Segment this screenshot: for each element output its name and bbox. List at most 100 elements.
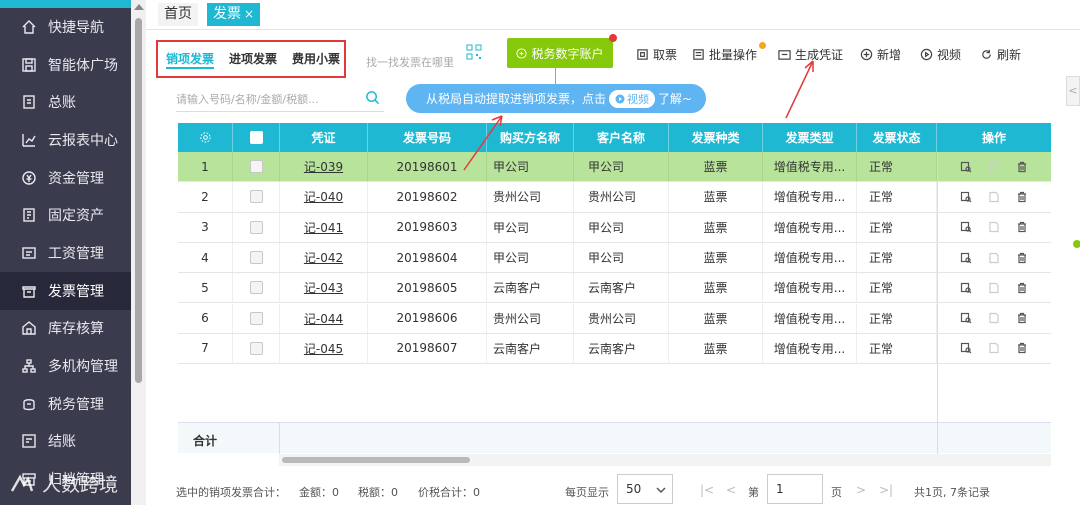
- subtab-expense[interactable]: 费用小票: [292, 49, 340, 69]
- sidebar-scroll-thumb[interactable]: [135, 18, 142, 383]
- sidebar-item-0[interactable]: 快捷导航: [0, 8, 131, 46]
- voucher-link[interactable]: 记-039: [280, 152, 368, 182]
- trash-icon[interactable]: [1016, 252, 1028, 264]
- select-all-cell[interactable]: [233, 123, 280, 152]
- first-page-icon[interactable]: |<: [700, 483, 714, 497]
- view-icon[interactable]: [960, 312, 972, 324]
- header-kind[interactable]: 发票种类: [669, 123, 763, 152]
- chart-icon: [20, 131, 38, 149]
- sidebar-item-1[interactable]: 智能体广场: [0, 46, 131, 84]
- table-row[interactable]: 1 记-039 20198601 甲公司 甲公司 蓝票 增值税专用... 正常: [178, 152, 1051, 183]
- trash-icon[interactable]: [1016, 221, 1028, 233]
- row-checkbox[interactable]: [249, 341, 263, 355]
- header-client[interactable]: 客户名称: [574, 123, 669, 152]
- row-select-cell[interactable]: [233, 182, 280, 212]
- header-type[interactable]: 发票类型: [763, 123, 857, 152]
- table-row[interactable]: 3 记-041 20198603 甲公司 甲公司 蓝票 增值税专用... 正常: [178, 212, 1051, 243]
- find-invoice-hint[interactable]: 找一找发票在哪里: [366, 54, 454, 70]
- row-checkbox[interactable]: [249, 160, 263, 174]
- sidebar-item-3[interactable]: 云报表中心: [0, 121, 131, 159]
- search-box[interactable]: 请输入号码/名称/金额/税额...: [176, 86, 384, 112]
- view-icon[interactable]: [960, 221, 972, 233]
- table-row[interactable]: 2 记-040 20198602 贵州公司 贵州公司 蓝票 增值税专用... 正常: [178, 182, 1051, 213]
- horizontal-scroll-thumb[interactable]: [282, 457, 470, 463]
- voucher-link[interactable]: 记-044: [280, 303, 368, 333]
- row-select-cell[interactable]: [233, 273, 280, 303]
- settings-header-cell[interactable]: [178, 123, 233, 152]
- tab-invoice[interactable]: 发票 ×: [207, 3, 261, 26]
- table-row[interactable]: 7 记-045 20198607 云南客户 云南客户 蓝票 增值税专用... 正常: [178, 333, 1051, 365]
- subtab-purchase[interactable]: 进项发票: [229, 49, 277, 69]
- view-icon[interactable]: [960, 252, 972, 264]
- row-select-cell[interactable]: [233, 333, 280, 364]
- sidebar-item-11[interactable]: 结账: [0, 423, 131, 461]
- last-page-icon[interactable]: >|: [879, 483, 893, 497]
- sidebar-item-8[interactable]: 库存核算: [0, 310, 131, 348]
- refresh-label: 刷新: [997, 47, 1022, 62]
- row-select-cell[interactable]: [233, 303, 280, 333]
- gear-icon[interactable]: [199, 131, 212, 144]
- per-page-select[interactable]: 50: [617, 474, 673, 504]
- sidebar-item-6[interactable]: 工资管理: [0, 234, 131, 272]
- prev-page-icon[interactable]: <: [726, 483, 736, 497]
- sidebar-item-5[interactable]: 固定资产: [0, 196, 131, 234]
- row-checkbox[interactable]: [249, 281, 263, 295]
- view-icon[interactable]: [960, 191, 972, 203]
- row-checkbox[interactable]: [249, 220, 263, 234]
- header-status[interactable]: 发票状态: [857, 123, 937, 152]
- ledger-icon: [20, 93, 38, 111]
- home-icon: [20, 18, 38, 36]
- scroll-up-icon[interactable]: [134, 4, 144, 10]
- play-icon: [615, 94, 625, 103]
- table-row[interactable]: 4 记-042 20198604 甲公司 甲公司 蓝票 增值税专用... 正常: [178, 242, 1051, 274]
- sidebar-scrollbar[interactable]: [131, 0, 146, 505]
- search-icon[interactable]: [365, 90, 380, 105]
- trash-icon[interactable]: [1016, 282, 1028, 294]
- sidebar-item-2[interactable]: 总账: [0, 83, 131, 121]
- qr-code-icon[interactable]: [466, 44, 482, 60]
- trash-icon[interactable]: [1016, 342, 1028, 354]
- file-icon: [989, 313, 999, 324]
- view-icon[interactable]: [960, 282, 972, 294]
- sidebar-item-4[interactable]: 资金管理: [0, 159, 131, 197]
- select-all-checkbox[interactable]: [249, 131, 263, 144]
- batch-button[interactable]: 批量操作: [692, 45, 757, 63]
- voucher-link[interactable]: 记-041: [280, 212, 368, 242]
- row-select-cell[interactable]: [233, 242, 280, 273]
- trash-icon[interactable]: [1016, 191, 1028, 203]
- view-icon[interactable]: [960, 342, 972, 354]
- video-button[interactable]: 视频: [920, 45, 961, 63]
- subtab-sales[interactable]: 销项发票: [166, 49, 215, 69]
- fetch-button[interactable]: 取票: [636, 45, 677, 63]
- horizontal-scrollbar[interactable]: [279, 454, 1051, 466]
- view-icon[interactable]: [960, 161, 972, 173]
- row-checkbox[interactable]: [249, 190, 263, 204]
- table-row[interactable]: 5 记-043 20198605 云南客户 云南客户 蓝票 增值税专用... 正常: [178, 273, 1051, 304]
- search-input[interactable]: 请输入号码/名称/金额/税额...: [176, 91, 319, 107]
- tip-more-label[interactable]: 了解~: [658, 90, 692, 107]
- sidebar-item-9[interactable]: 多机构管理: [0, 347, 131, 385]
- close-icon[interactable]: ×: [244, 7, 254, 21]
- voucher-link[interactable]: 记-043: [280, 273, 368, 303]
- tax-account-button[interactable]: 税务数字账户: [507, 38, 613, 68]
- tab-home[interactable]: 首页: [158, 3, 198, 26]
- trash-icon[interactable]: [1016, 312, 1028, 324]
- table-row[interactable]: 6 记-044 20198606 贵州公司 贵州公司 蓝票 增值税专用... 正常: [178, 303, 1051, 334]
- sidebar-item-10[interactable]: 税务管理: [0, 385, 131, 423]
- refresh-button[interactable]: 刷新: [980, 45, 1021, 63]
- row-checkbox[interactable]: [249, 311, 263, 325]
- row-select-cell[interactable]: [233, 152, 280, 182]
- right-panel-toggle[interactable]: <: [1066, 76, 1080, 106]
- row-checkbox[interactable]: [249, 251, 263, 265]
- sidebar-item-7[interactable]: 发票管理: [0, 271, 131, 310]
- header-voucher[interactable]: 凭证: [280, 123, 368, 152]
- voucher-link[interactable]: 记-040: [280, 182, 368, 212]
- tip-video-button[interactable]: 视频: [609, 89, 656, 108]
- voucher-link[interactable]: 记-042: [280, 242, 368, 273]
- row-select-cell[interactable]: [233, 212, 280, 242]
- voucher-link[interactable]: 记-045: [280, 333, 368, 364]
- add-button[interactable]: 新增: [860, 45, 901, 63]
- next-page-icon[interactable]: >: [856, 483, 866, 497]
- trash-icon[interactable]: [1016, 161, 1028, 173]
- page-input[interactable]: 1: [767, 474, 823, 504]
